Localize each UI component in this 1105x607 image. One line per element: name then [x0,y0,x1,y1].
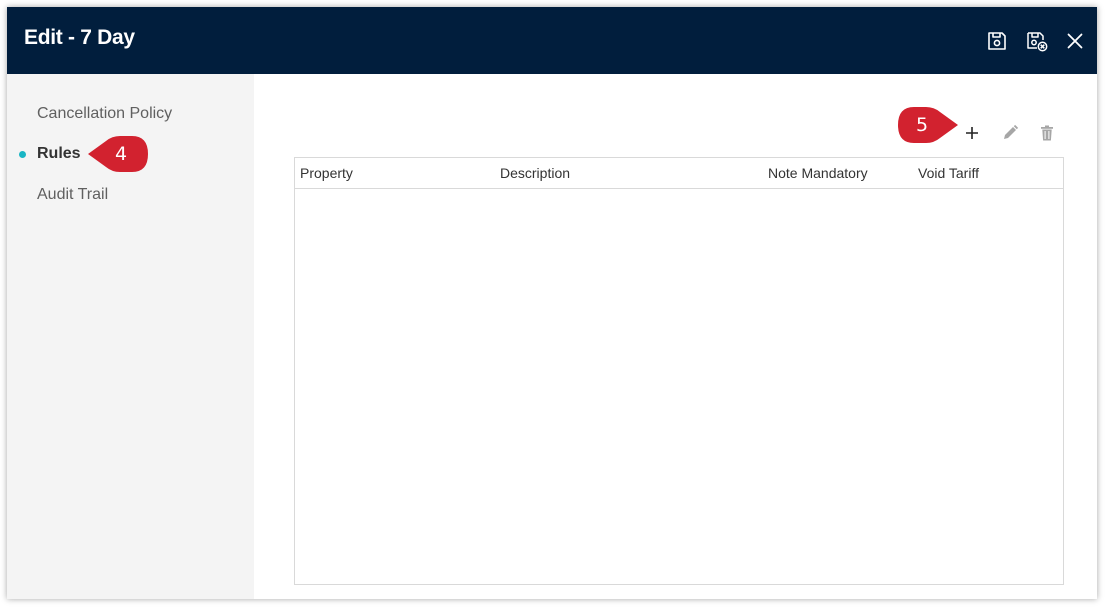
callout-badge-add: 5 [896,107,960,143]
dialog-title: Edit - 7 Day [24,26,135,49]
active-indicator-dot [19,151,26,158]
main-panel: Property Description Note Mandatory Void… [254,74,1097,599]
column-header-property[interactable]: Property [300,165,353,181]
add-icon [966,127,978,139]
save-and-close-button[interactable] [1025,29,1049,53]
dialog-header: Edit - 7 Day [7,7,1097,74]
delete-icon [1041,125,1053,141]
delete-button[interactable] [1036,122,1058,144]
column-header-description[interactable]: Description [500,165,570,181]
edit-icon [1004,124,1019,139]
save-icon [988,32,1006,50]
save-button[interactable] [985,29,1009,53]
save-and-close-icon [1027,32,1048,52]
callout-badge-rules: 4 [86,136,150,172]
callout-number: 4 [115,143,128,165]
sidebar-item-cancellation-policy[interactable]: Cancellation Policy [37,105,172,123]
add-button[interactable] [961,122,983,144]
rules-grid: Property Description Note Mandatory Void… [294,157,1064,585]
sidebar-item-audit-trail[interactable]: Audit Trail [37,186,108,204]
close-button[interactable] [1063,29,1087,53]
column-header-void-tariff[interactable]: Void Tariff [918,165,979,181]
grid-body [295,189,1063,584]
edit-dialog: Edit - 7 Day Cancellation Policy Rules A… [7,7,1097,599]
grid-header: Property Description Note Mandatory Void… [295,158,1063,189]
column-header-note-mandatory[interactable]: Note Mandatory [768,165,868,181]
sidebar-item-rules[interactable]: Rules [37,145,81,163]
callout-number: 5 [916,114,929,136]
edit-button[interactable] [999,122,1021,144]
close-icon [1067,33,1083,49]
